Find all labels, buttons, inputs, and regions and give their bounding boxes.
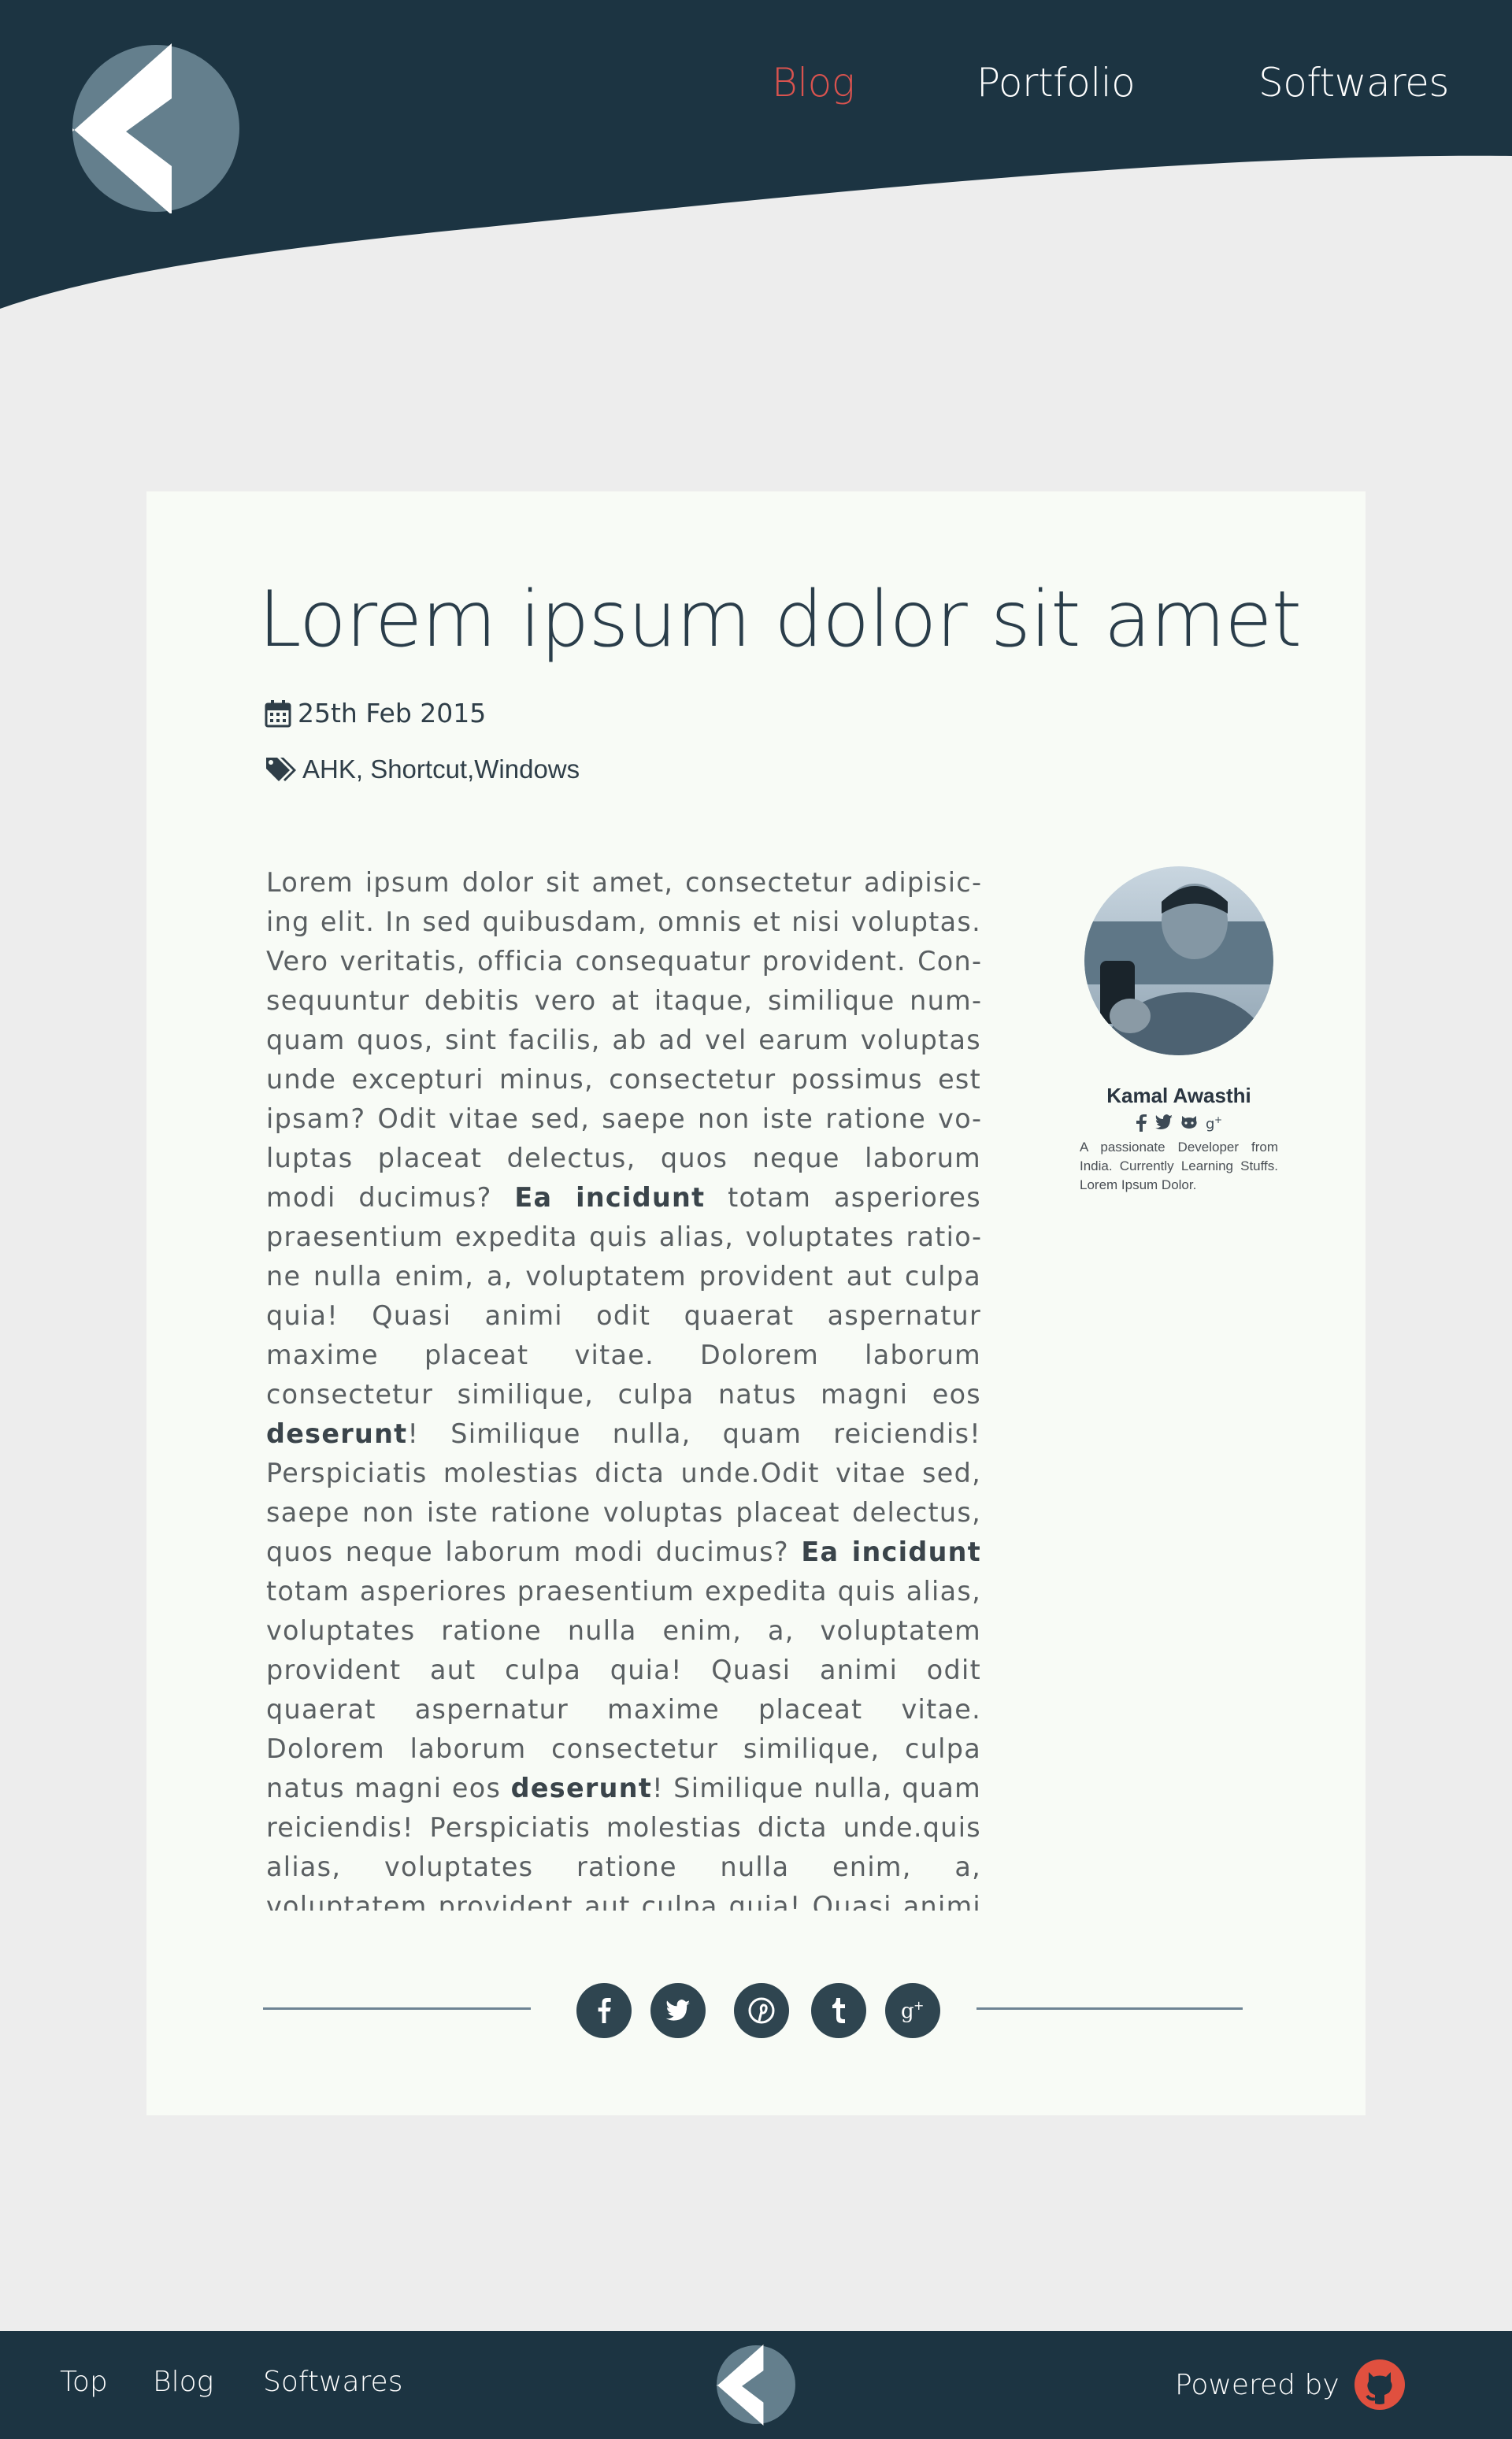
calendar-icon xyxy=(265,699,291,727)
share-twitter-button[interactable] xyxy=(650,1983,706,2038)
post-date: 25th Feb 2015 xyxy=(298,698,487,728)
author-social-links: g + xyxy=(1065,1114,1293,1132)
post-body: Lorem ipsum dolor sit amet, consectetur … xyxy=(266,867,981,1911)
k-chevron-logo-icon[interactable] xyxy=(72,43,239,213)
share-google-plus-button[interactable]: g + xyxy=(885,1983,940,2038)
pinterest-icon xyxy=(748,1997,775,2024)
footer-link-top[interactable]: Top xyxy=(60,2366,108,2398)
footer-link-softwares[interactable]: Softwares xyxy=(263,2366,402,2398)
nav-blog[interactable]: Blog xyxy=(772,60,855,106)
share-facebook-button[interactable] xyxy=(576,1983,632,2038)
facebook-icon[interactable] xyxy=(1135,1114,1147,1132)
powered-by-label: Powered by xyxy=(1175,2369,1340,2401)
site-footer: Top Blog Softwares Powered by xyxy=(0,2331,1512,2439)
author-name: Kamal Awasthi xyxy=(1106,1084,1251,1107)
google-plus-icon[interactable]: g + xyxy=(1206,1114,1223,1132)
github-icon[interactable] xyxy=(1180,1114,1198,1130)
share-divider-left xyxy=(263,2007,531,2010)
twitter-icon[interactable] xyxy=(1155,1114,1173,1130)
svg-text:g: g xyxy=(1206,1116,1214,1132)
google-plus-icon: g + xyxy=(901,1998,924,2023)
tumblr-icon xyxy=(832,1998,845,2023)
github-icon[interactable] xyxy=(1354,2359,1405,2410)
share-pinterest-button[interactable] xyxy=(734,1983,789,2038)
facebook-icon xyxy=(598,1998,611,2023)
footer-link-blog[interactable]: Blog xyxy=(153,2366,213,2398)
post-date-row: 25th Feb 2015 xyxy=(265,698,486,728)
svg-text:g: g xyxy=(901,2000,914,2023)
svg-text:+: + xyxy=(914,1998,924,2013)
author-avatar xyxy=(1084,866,1273,1055)
post-card: Lorem ipsum dolor sit amet 25th Feb 2015… xyxy=(146,491,1366,2115)
author-card: Kamal Awasthi g + A passionate Developer … xyxy=(1065,866,1293,1195)
k-chevron-logo-icon[interactable] xyxy=(717,2344,795,2426)
post-tags-row: AHK, Shortcut,Windows xyxy=(265,754,580,784)
twitter-icon xyxy=(665,2000,691,2021)
share-tumblr-button[interactable] xyxy=(811,1983,866,2038)
post-tags[interactable]: AHK, Shortcut,Windows xyxy=(302,754,580,784)
tags-icon xyxy=(266,758,296,781)
author-bio: A passionate Developer from India. Curre… xyxy=(1080,1140,1278,1192)
post-title: Lorem ipsum dolor sit amet xyxy=(258,575,1302,665)
nav-portfolio[interactable]: Portfolio xyxy=(976,60,1136,106)
share-divider-right xyxy=(976,2007,1243,2010)
nav-softwares[interactable]: Softwares xyxy=(1258,60,1449,106)
svg-text:+: + xyxy=(1214,1114,1222,1125)
site-header: Blog Portfolio Softwares xyxy=(0,0,1512,315)
